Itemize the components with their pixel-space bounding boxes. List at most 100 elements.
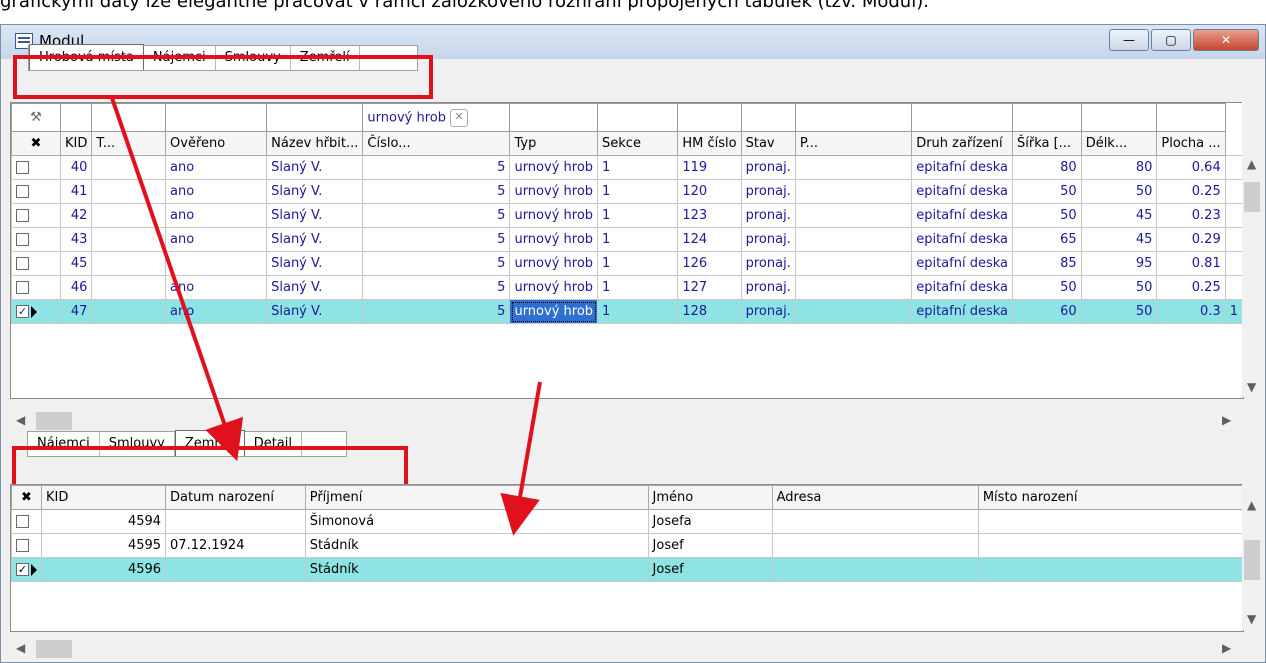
cell-cislo[interactable]: 5: [362, 203, 511, 228]
tab-detail[interactable]: Detail: [245, 432, 302, 456]
filter-cell[interactable]: [911, 103, 1013, 132]
cell-t[interactable]: [91, 275, 167, 300]
row-selector[interactable]: [11, 179, 62, 204]
filter-cell[interactable]: [740, 103, 796, 132]
cell-datum[interactable]: [165, 509, 306, 534]
cell-sirka[interactable]: 50: [1011, 179, 1082, 204]
cell-p[interactable]: [794, 155, 913, 180]
cell-overeno[interactable]: ano: [165, 203, 268, 228]
cell-f[interactable]: [1224, 203, 1243, 228]
cell-hm[interactable]: 119: [677, 155, 742, 180]
cell-druh[interactable]: epitafní deska: [911, 155, 1013, 180]
column-header[interactable]: KID: [40, 485, 167, 510]
select-all-icon[interactable]: ✖: [11, 485, 42, 510]
cell-sirka[interactable]: 60: [1011, 299, 1082, 324]
tab-smlouvy[interactable]: Smlouvy: [216, 46, 291, 70]
cell-p[interactable]: [794, 203, 913, 228]
upper-horizontal-scrollbar[interactable]: ◀ ▶: [10, 410, 1242, 432]
cell-misto[interactable]: [977, 509, 1243, 534]
cell-kid[interactable]: 40: [60, 155, 93, 180]
row-checkbox[interactable]: ✓: [16, 305, 29, 318]
cell-cislo[interactable]: 5: [362, 275, 511, 300]
cell-sekce[interactable]: 1: [597, 179, 679, 204]
scroll-left-icon[interactable]: ◀: [16, 413, 25, 427]
cell-plocha[interactable]: 0.3: [1156, 299, 1226, 324]
cell-typ[interactable]: urnový hrob: [509, 251, 599, 276]
cell-cislo[interactable]: 5: [362, 251, 511, 276]
tab-hrobova-mista[interactable]: Hrobová místa: [29, 44, 144, 70]
cell-delka[interactable]: 95: [1080, 251, 1158, 276]
column-header[interactable]: Číslo...: [362, 131, 511, 156]
cell-typ[interactable]: urnový hrob: [509, 227, 599, 252]
cell-druh[interactable]: epitafní deska: [911, 179, 1013, 204]
cell-typ[interactable]: urnový hrob: [509, 203, 599, 228]
cell-stav[interactable]: pronaj.: [740, 251, 796, 276]
scroll-up-icon[interactable]: ▲: [1247, 498, 1256, 512]
cell-misto[interactable]: [977, 557, 1243, 582]
cell-typ[interactable]: urnový hrob: [509, 179, 599, 204]
cell-druh[interactable]: epitafní deska: [911, 227, 1013, 252]
cell-hm[interactable]: 124: [677, 227, 742, 252]
cell-sirka[interactable]: 80: [1011, 155, 1082, 180]
cell-cislo[interactable]: 5: [362, 179, 511, 204]
table-row[interactable]: 45 Slaný V. 5 urnový hrob 1 126 pronaj. epitafn…: [11, 251, 1243, 276]
row-selector[interactable]: [11, 227, 62, 252]
scroll-thumb[interactable]: [36, 412, 72, 430]
scroll-right-icon[interactable]: ▶: [1222, 641, 1231, 655]
row-selector[interactable]: [11, 533, 42, 558]
column-header[interactable]: Sekce: [597, 131, 679, 156]
cell-p[interactable]: [794, 275, 913, 300]
cell-delka[interactable]: 50: [1080, 179, 1158, 204]
cell-misto[interactable]: [977, 533, 1243, 558]
column-header[interactable]: HM číslo: [677, 131, 742, 156]
cell-sekce[interactable]: 1: [597, 251, 679, 276]
scroll-down-icon[interactable]: ▼: [1247, 380, 1256, 394]
cell-plocha[interactable]: 0.81: [1156, 251, 1226, 276]
filter-cell[interactable]: [60, 103, 93, 132]
row-selector[interactable]: [11, 509, 42, 534]
cell-plocha[interactable]: 0.64: [1156, 155, 1226, 180]
cell-cislo[interactable]: 5: [362, 227, 511, 252]
cell-sirka[interactable]: 50: [1011, 275, 1082, 300]
row-checkbox[interactable]: ✓: [16, 563, 29, 576]
cell-sekce[interactable]: 1: [597, 227, 679, 252]
column-header[interactable]: Název hřbit...: [266, 131, 364, 156]
cell-datum[interactable]: [165, 557, 306, 582]
table-row[interactable]: 42 ano Slaný V. 5 urnový hrob 1 123 pronaj. epit…: [11, 203, 1243, 228]
cell-cislo[interactable]: 5: [362, 299, 511, 324]
cell-kid[interactable]: 47: [60, 299, 93, 324]
cell-hm[interactable]: 126: [677, 251, 742, 276]
row-selector[interactable]: ✓: [11, 557, 42, 582]
column-header[interactable]: Adresa: [771, 485, 979, 510]
filter-cell[interactable]: [1156, 103, 1226, 132]
cell-druh[interactable]: epitafní deska: [911, 275, 1013, 300]
cell-hrbitov[interactable]: Slaný V.: [266, 299, 364, 324]
cell-sekce[interactable]: 1: [597, 299, 679, 324]
scroll-thumb[interactable]: [1244, 540, 1260, 580]
cell-hm[interactable]: 120: [677, 179, 742, 204]
cell-adresa[interactable]: [771, 533, 979, 558]
cell-kid[interactable]: 4594: [40, 509, 167, 534]
row-checkbox[interactable]: [16, 161, 29, 174]
cell-sirka[interactable]: 65: [1011, 227, 1082, 252]
cell-stav[interactable]: pronaj.: [740, 275, 796, 300]
table-row[interactable]: 43 ano Slaný V. 5 urnový hrob 1 124 pronaj. epit…: [11, 227, 1243, 252]
cell-hm[interactable]: 128: [677, 299, 742, 324]
cell-delka[interactable]: 50: [1080, 299, 1158, 324]
cell-adresa[interactable]: [771, 557, 979, 582]
cell-t[interactable]: [91, 299, 167, 324]
tab-najemci[interactable]: Nájemci: [144, 46, 216, 70]
cell-stav[interactable]: pronaj.: [740, 299, 796, 324]
cell-jmeno[interactable]: Josefa: [647, 509, 773, 534]
tab-zemreli[interactable]: Zemřelí: [174, 430, 245, 456]
cell-hm[interactable]: 127: [677, 275, 742, 300]
column-header[interactable]: Ověřeno: [165, 131, 268, 156]
cell-sekce[interactable]: 1: [597, 155, 679, 180]
column-header[interactable]: Místo narození: [977, 485, 1243, 510]
row-selector[interactable]: [11, 275, 62, 300]
filter-cell[interactable]: [1011, 103, 1082, 132]
row-checkbox[interactable]: [16, 515, 29, 528]
scroll-down-icon[interactable]: ▼: [1247, 612, 1256, 626]
cell-p[interactable]: [794, 299, 913, 324]
cell-kid[interactable]: 42: [60, 203, 93, 228]
